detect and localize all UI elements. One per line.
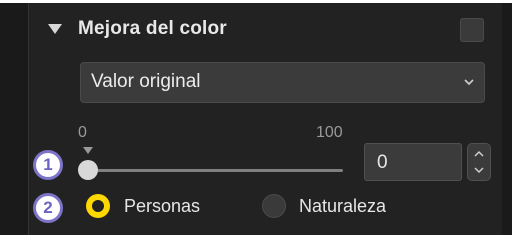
radio-naturaleza[interactable] xyxy=(262,194,286,218)
collapse-triangle-icon[interactable] xyxy=(48,24,62,34)
value-input[interactable]: 0 xyxy=(364,143,462,181)
radio-personas[interactable] xyxy=(86,194,110,218)
preset-dropdown[interactable]: Valor original xyxy=(80,62,485,103)
slider-min-label: 0 xyxy=(78,124,87,141)
slider-default-marker-icon xyxy=(83,147,93,154)
dropdown-selected-value: Valor original xyxy=(91,71,201,92)
slider-track[interactable] xyxy=(88,169,343,172)
value-input-text: 0 xyxy=(377,152,388,173)
screenshot-frame: Mejora del color Valor original 0 100 0 … xyxy=(0,0,512,241)
radio-personas-label[interactable]: Personas xyxy=(124,196,200,217)
value-stepper[interactable] xyxy=(467,143,491,181)
slider-thumb[interactable] xyxy=(78,160,98,180)
stepper-down-icon[interactable] xyxy=(474,166,484,174)
callout-badge-2: 2 xyxy=(33,193,63,223)
stepper-up-icon[interactable] xyxy=(474,150,484,158)
callout-badge-1: 1 xyxy=(33,150,63,180)
radio-naturaleza-label[interactable]: Naturaleza xyxy=(299,196,386,217)
enable-checkbox[interactable] xyxy=(460,18,484,42)
chevron-down-icon xyxy=(464,79,474,86)
slider-max-label: 100 xyxy=(316,124,343,141)
panel-title: Mejora del color xyxy=(78,18,227,39)
right-gutter xyxy=(501,3,512,235)
left-gutter xyxy=(0,3,28,235)
